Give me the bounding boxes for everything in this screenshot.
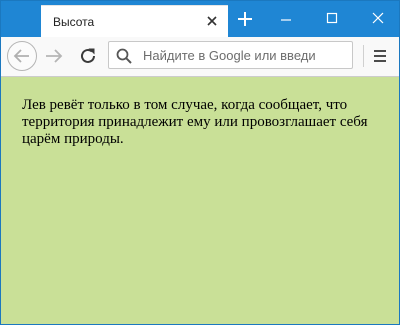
address-placeholder: Найдите в Google или введи xyxy=(143,48,316,63)
new-tab-button[interactable] xyxy=(232,7,258,31)
window-close-button[interactable] xyxy=(355,5,400,31)
forward-button[interactable] xyxy=(42,44,66,68)
maximize-button[interactable] xyxy=(309,5,355,31)
browser-window: Высота Найдите в Google или введи Лев ре… xyxy=(0,0,400,325)
title-bar: Высота xyxy=(1,1,400,37)
toolbar-divider xyxy=(363,45,364,67)
tab-active[interactable]: Высота xyxy=(41,5,228,37)
navigation-toolbar: Найдите в Google или введи xyxy=(1,37,399,77)
address-bar[interactable]: Найдите в Google или введи xyxy=(108,41,353,69)
page-content: Лев ревёт только в том случае, когда соо… xyxy=(1,77,399,324)
hamburger-menu-button[interactable] xyxy=(368,44,392,68)
back-button[interactable] xyxy=(6,40,38,72)
tab-title: Высота xyxy=(53,15,95,29)
search-icon xyxy=(115,47,133,65)
minimize-button[interactable] xyxy=(263,5,309,31)
page-paragraph: Лев ревёт только в том случае, когда соо… xyxy=(22,97,368,147)
close-icon[interactable] xyxy=(205,14,219,28)
reload-button[interactable] xyxy=(76,44,100,68)
